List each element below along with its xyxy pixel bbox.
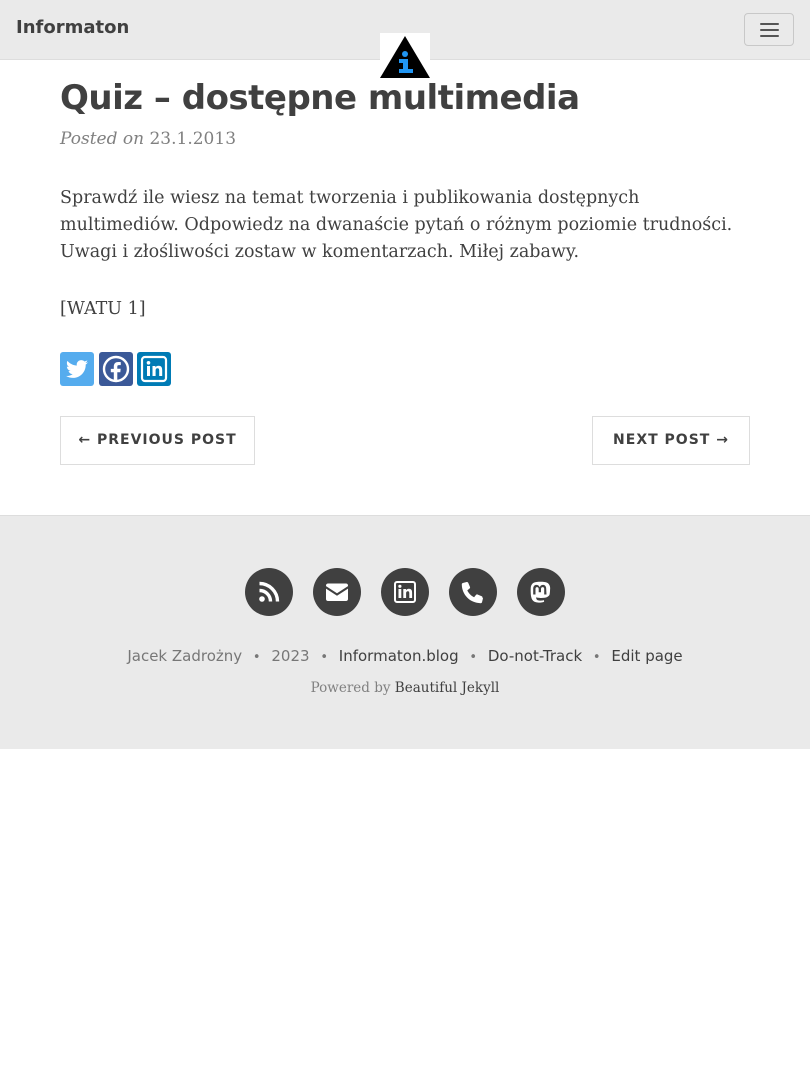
previous-post-button[interactable]: ← PREVIOUS POST [60, 416, 255, 465]
site-brand-link[interactable]: Informaton [16, 17, 129, 38]
footer-dnt-link[interactable]: Do-not-Track [488, 647, 582, 665]
post-title: Quiz – dostępne multimedia [60, 78, 580, 118]
footer-separator: • [469, 650, 478, 665]
posted-prefix: Posted on [60, 129, 145, 149]
footer-rss-link[interactable] [245, 568, 293, 616]
footer-author: Jacek Zadrożny [127, 647, 243, 665]
site-logo-avatar[interactable] [380, 33, 430, 78]
footer-email-link[interactable] [313, 568, 361, 616]
share-facebook-button[interactable] [99, 352, 133, 386]
footer-edit-page-link[interactable]: Edit page [611, 647, 682, 665]
navbar-toggle-button[interactable] [744, 13, 794, 46]
footer-linkedin-link[interactable] [381, 568, 429, 616]
post-paragraph: [WATU 1] [60, 299, 146, 319]
share-twitter-button[interactable] [60, 352, 94, 386]
linkedin-in-icon [394, 581, 416, 603]
next-post-button[interactable]: NEXT POST → [592, 416, 750, 465]
twitter-bird-icon [66, 360, 88, 378]
footer-copyright: Jacek Zadrożny • 2023 • Informaton.blog … [0, 647, 810, 665]
footer-separator: • [320, 650, 329, 665]
phone-icon [461, 581, 483, 604]
mastodon-icon [530, 581, 551, 603]
hamburger-menu-icon [760, 23, 779, 25]
information-triangle-logo [380, 36, 430, 78]
linkedin-in-icon [140, 355, 168, 383]
footer-separator: • [252, 650, 261, 665]
envelope-icon [326, 583, 348, 601]
share-linkedin-button[interactable] [137, 352, 171, 386]
facebook-f-icon [102, 355, 130, 383]
beautiful-jekyll-link[interactable]: Beautiful Jekyll [395, 680, 500, 696]
footer-phone-link[interactable] [449, 568, 497, 616]
post-body: Sprawdź ile wiesz na temat tworzenia i p… [60, 185, 760, 353]
footer-site-link[interactable]: Informaton.blog [339, 647, 459, 665]
footer-powered-by: Powered by Beautiful Jekyll [0, 680, 810, 696]
rss-icon [259, 581, 280, 602]
post-meta: Posted on 23.1.2013 [60, 129, 236, 149]
footer-separator: • [592, 650, 601, 665]
post-date: 23.1.2013 [149, 129, 237, 149]
footer: Jacek Zadrożny • 2023 • Informaton.blog … [0, 515, 810, 749]
powered-prefix: Powered by [310, 680, 391, 696]
footer-mastodon-link[interactable] [517, 568, 565, 616]
footer-year: 2023 [271, 647, 310, 665]
post-paragraph: Sprawdź ile wiesz na temat tworzenia i p… [60, 188, 733, 262]
